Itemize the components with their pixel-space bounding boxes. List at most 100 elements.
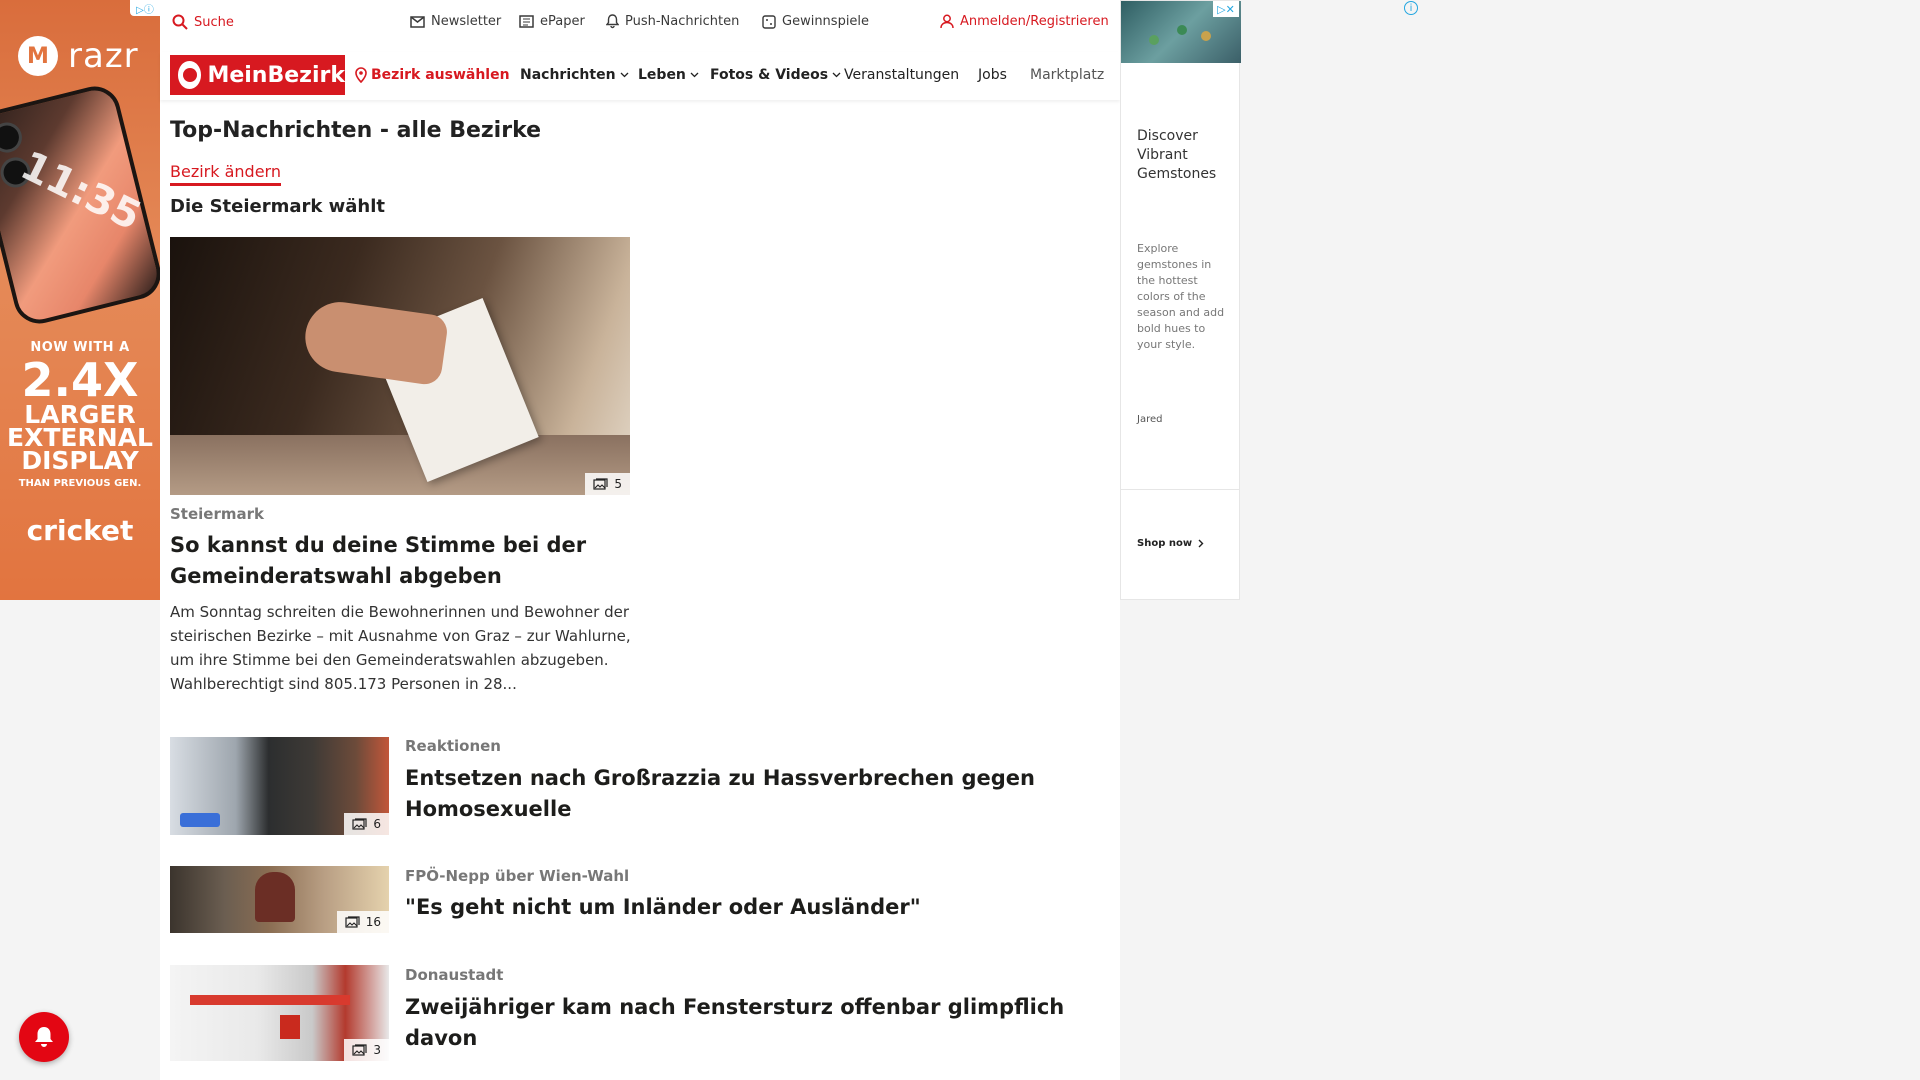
- right-skyscraper-ad[interactable]: ▷✕ Discover Vibrant Gemstones Explore ge…: [1120, 0, 1241, 600]
- nav-label: Nachrichten: [520, 67, 616, 83]
- bell-icon: [35, 1027, 53, 1047]
- chevron-right-icon: [1198, 539, 1204, 548]
- ad-brand: M razr: [18, 36, 139, 76]
- user-icon: [940, 14, 954, 29]
- motorola-logo-icon: M: [18, 36, 58, 76]
- chevron-down-icon: [690, 72, 699, 78]
- gallery-icon: [352, 818, 367, 830]
- left-skyscraper-ad[interactable]: ▷ⓘ M razr 11:35 NOW WITH A 2.4X LARGER E…: [0, 0, 160, 600]
- push-notifications-link[interactable]: Push-Nachrichten: [606, 14, 739, 29]
- newsletter-link[interactable]: Newsletter: [410, 14, 501, 29]
- chevron-down-icon: [832, 72, 841, 78]
- main-content: Suche Newsletter ePaper Push-Nachrichten…: [160, 0, 1120, 1080]
- table-surface: [170, 435, 630, 495]
- section-title: Die Steiermark wählt: [170, 196, 385, 217]
- article-category[interactable]: Donaustadt: [405, 966, 503, 984]
- epaper-label: ePaper: [540, 14, 585, 29]
- ad-brand-name: razr: [68, 36, 139, 76]
- search-link[interactable]: Suche: [172, 14, 234, 30]
- district-label: Bezirk auswählen: [371, 67, 510, 83]
- newspaper-icon: [519, 15, 534, 28]
- ad-advertiser: Jared: [1137, 414, 1163, 425]
- ambulance-stripe: [190, 995, 350, 1005]
- gem: [1177, 25, 1187, 35]
- article-image[interactable]: 6: [170, 737, 389, 835]
- newsletter-label: Newsletter: [431, 14, 502, 29]
- cricket-logo: cricket: [26, 514, 134, 547]
- logo-sun-icon: [178, 61, 202, 89]
- hero-image[interactable]: 5: [170, 237, 630, 495]
- location-pin-icon: [355, 67, 367, 83]
- page-title: Top-Nachrichten - alle Bezirke: [170, 118, 542, 143]
- phone-time: 11:35: [13, 142, 149, 240]
- gem: [1149, 35, 1159, 45]
- notification-bell-button[interactable]: [19, 1012, 69, 1062]
- camera-icon: [0, 119, 26, 156]
- image-count: 6: [373, 817, 381, 831]
- ad-description: Explore gemstones in the hottest colors …: [1137, 242, 1225, 351]
- gift-icon: [762, 14, 776, 29]
- phone-image: 11:35: [0, 81, 160, 329]
- gallery-icon: [345, 916, 360, 928]
- nav-item-nachrichten[interactable]: Nachrichten: [520, 67, 629, 83]
- article-category[interactable]: Reaktionen: [405, 737, 501, 755]
- chevron-down-icon: [620, 72, 629, 78]
- gallery-icon: [593, 478, 608, 490]
- image-count-badge: 5: [585, 473, 630, 495]
- article-image[interactable]: 16: [170, 866, 389, 933]
- nav-item-marktplatz[interactable]: Marktplatz: [1030, 67, 1110, 83]
- gem: [1201, 31, 1211, 41]
- bell-icon: [606, 14, 619, 29]
- ad-copy: NOW WITH A 2.4X LARGER EXTERNAL DISPLAY …: [0, 340, 160, 489]
- meinbezirk-logo[interactable]: MeinBezirk: [170, 55, 345, 95]
- ad-line: THAN PREVIOUS GEN.: [18, 478, 142, 489]
- cta-label: Shop now: [1137, 538, 1193, 549]
- hand: [300, 297, 450, 387]
- article-headline[interactable]: Entsetzen nach Großrazzia zu Hassverbrec…: [405, 763, 1085, 825]
- article-headline[interactable]: Zweijähriger kam nach Fenstersturz offen…: [405, 992, 1085, 1054]
- article-image[interactable]: 3: [170, 965, 389, 1061]
- district-select[interactable]: Bezirk auswählen: [355, 67, 510, 83]
- nav-item-veranstaltungen[interactable]: Veranstaltungen: [844, 67, 959, 83]
- top-utility-bar: Suche Newsletter ePaper Push-Nachrichten…: [160, 0, 1120, 46]
- nav-label: Marktplatz: [1030, 67, 1105, 83]
- hero-teaser[interactable]: Am Sonntag schreiten die Bewohnerinnen u…: [170, 600, 640, 696]
- gallery-icon: [352, 1044, 367, 1056]
- search-label: Suche: [194, 14, 234, 30]
- article-headline[interactable]: "Es geht nicht um Inländer oder Auslände…: [405, 892, 1085, 923]
- gewinnspiele-link[interactable]: Gewinnspiele: [762, 14, 869, 29]
- nav-item-leben[interactable]: Leben: [638, 67, 699, 83]
- push-label: Push-Nachrichten: [625, 14, 740, 29]
- image-count-badge: 3: [344, 1039, 389, 1061]
- adchoices-close-icon[interactable]: ▷✕: [1213, 1, 1239, 17]
- divider: [1121, 489, 1239, 490]
- ad-headline: Discover Vibrant Gemstones: [1137, 128, 1217, 182]
- login-link[interactable]: Anmelden/Registrieren: [940, 14, 1109, 29]
- article-category[interactable]: FPÖ-Nepp über Wien-Wahl: [405, 867, 629, 885]
- hero-category[interactable]: Steiermark: [170, 505, 264, 523]
- login-label: Anmelden/Registrieren: [960, 14, 1109, 29]
- ad-headline: 2.4X: [21, 353, 139, 407]
- nav-label: Leben: [638, 67, 686, 83]
- nav-item-fotos-videos[interactable]: Fotos & Videos: [710, 67, 841, 83]
- hero-headline[interactable]: So kannst du deine Stimme bei der Gemein…: [170, 530, 640, 592]
- image-count: 3: [373, 1043, 381, 1057]
- envelope-icon: [410, 15, 425, 28]
- image-count-badge: 16: [336, 911, 389, 933]
- search-icon: [172, 14, 188, 30]
- main-navigation: MeinBezirk Bezirk auswählen Nachrichten …: [160, 52, 1120, 100]
- gewinnspiele-label: Gewinnspiele: [782, 14, 870, 29]
- logo-text: MeinBezirk: [207, 62, 345, 88]
- nav-item-jobs[interactable]: Jobs: [978, 67, 1007, 83]
- police-light: [180, 813, 220, 827]
- epaper-link[interactable]: ePaper: [519, 14, 585, 29]
- nav-label: Fotos & Videos: [710, 67, 829, 83]
- change-district-link[interactable]: Bezirk ändern: [170, 162, 281, 186]
- image-count: 5: [614, 477, 622, 491]
- ambulance-emblem: [280, 1015, 300, 1039]
- shop-now-button[interactable]: Shop now: [1137, 538, 1204, 549]
- image-count: 16: [365, 915, 381, 929]
- adchoices-icon[interactable]: ▷ⓘ: [130, 0, 160, 16]
- nav-label: Jobs: [978, 67, 1007, 83]
- info-icon[interactable]: i: [1404, 1, 1418, 15]
